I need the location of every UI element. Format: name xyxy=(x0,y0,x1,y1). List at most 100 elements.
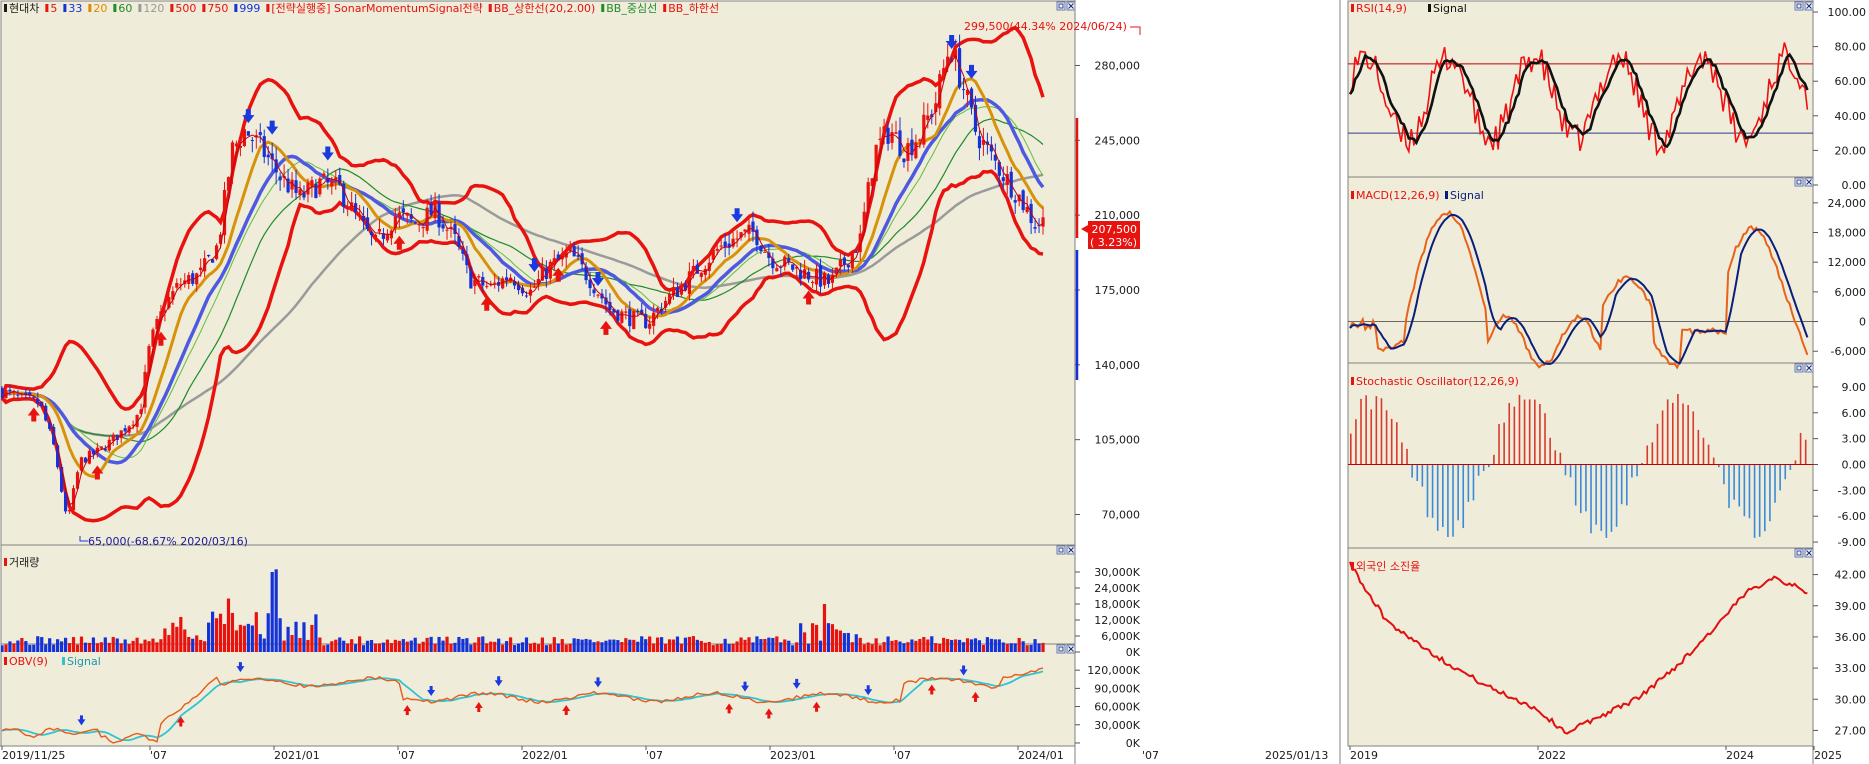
candle-body xyxy=(818,265,823,287)
stoch-axis-label: 6.00 xyxy=(1842,407,1867,420)
volume-bar xyxy=(497,638,501,652)
time-axis-label: 2025/01/13 xyxy=(1265,749,1328,762)
volume-bar xyxy=(306,639,310,652)
obv-signal-title: Signal xyxy=(67,655,101,668)
volume-bar xyxy=(695,639,699,652)
volume-bar xyxy=(592,642,596,652)
stoch-bar xyxy=(1661,410,1664,465)
volume-bar xyxy=(894,640,898,652)
panel-fr-bg xyxy=(1347,547,1814,747)
volume-bar xyxy=(469,644,473,652)
macd-axis-label: 24,000 xyxy=(1828,197,1867,210)
stoch-bar xyxy=(1534,399,1536,465)
stoch-bar xyxy=(1493,454,1495,465)
legend-swatch xyxy=(1428,4,1431,12)
legend-swatch xyxy=(601,4,605,12)
stoch-bar xyxy=(1355,419,1357,465)
candle-body xyxy=(552,258,556,265)
candle-body xyxy=(234,143,239,147)
volume-bar xyxy=(667,639,672,652)
candle-body xyxy=(278,176,282,181)
legend-label: 20 xyxy=(93,2,107,15)
stoch-bar xyxy=(1743,464,1746,517)
high-annotation: 299,500(44.34% 2024/06/24) xyxy=(964,20,1127,33)
volume-axis-label: 18,000K xyxy=(1094,598,1140,611)
stoch-bar xyxy=(1636,464,1638,477)
volume-bar xyxy=(703,642,707,652)
stoch-bar xyxy=(1651,442,1654,465)
candle-body xyxy=(838,259,842,267)
time-axis-label: '07 xyxy=(1142,749,1159,762)
volume-bar xyxy=(95,643,99,652)
macd-title: MACD(12,26,9) xyxy=(1356,189,1440,202)
candle-body xyxy=(878,138,882,140)
volume-bar xyxy=(981,644,986,652)
stoch-bar xyxy=(1646,445,1649,465)
volume-bar xyxy=(918,638,922,652)
stoch-bar xyxy=(1728,464,1730,508)
volume-bar xyxy=(258,634,262,652)
legend-swatch xyxy=(1351,377,1354,385)
volume-bar xyxy=(663,643,668,652)
stoch-bar xyxy=(1600,464,1603,531)
volume-bar xyxy=(461,638,465,652)
volume-bar xyxy=(1017,637,1021,652)
volume-bar xyxy=(103,637,107,652)
stoch-bar xyxy=(1436,464,1439,531)
volume-bar xyxy=(421,641,425,652)
volume-bar xyxy=(580,639,584,652)
volume-bar xyxy=(1033,639,1037,652)
candle-body xyxy=(346,208,350,210)
stoch-bar xyxy=(1503,422,1505,465)
candle-body xyxy=(719,245,723,247)
stoch-bar xyxy=(1799,432,1802,465)
candle-body xyxy=(413,222,417,224)
volume-bar xyxy=(906,642,910,652)
volume-bar xyxy=(735,641,739,652)
volume-bar xyxy=(183,629,187,652)
candle-body xyxy=(401,208,405,213)
stoch-bar xyxy=(1539,404,1541,465)
legend-swatch xyxy=(663,4,667,12)
stock-chart-canvas: 70,000 105,000 140,000 175,000 210,000 245,00… xyxy=(0,0,1869,764)
volume-bar xyxy=(965,638,970,652)
candle-body xyxy=(775,268,779,272)
volume-bar xyxy=(560,639,564,652)
volume-bar xyxy=(834,629,839,652)
volume-bar xyxy=(679,643,684,652)
volume-bar xyxy=(71,637,76,652)
volume-axis-label: 30,000K xyxy=(1094,566,1140,579)
stoch-axis-label: 9.00 xyxy=(1842,381,1867,394)
stoch-bar xyxy=(1682,403,1684,465)
volume-bar xyxy=(477,637,481,652)
candle-body xyxy=(322,173,326,177)
volume-bar xyxy=(489,641,493,652)
stoch-axis-label: 3.00 xyxy=(1842,433,1867,446)
volume-bar xyxy=(942,637,946,652)
volume-bar xyxy=(429,636,433,652)
volume-bar xyxy=(516,643,521,652)
macd-axis-label: 18,000 xyxy=(1828,227,1867,240)
volume-bar xyxy=(389,643,393,652)
candle-body xyxy=(902,158,906,163)
volume-bar xyxy=(179,616,183,652)
candle-body xyxy=(258,132,262,136)
volume-bar xyxy=(16,640,20,652)
volume-bar xyxy=(52,644,56,652)
legend-label: 750 xyxy=(207,2,228,15)
volume-bar xyxy=(485,643,489,652)
volume-bar xyxy=(44,644,48,652)
legend-swatch xyxy=(63,4,67,12)
volume-bar xyxy=(973,638,978,652)
volume-bar xyxy=(246,623,250,652)
legend-label: BB_상한선(20,2.00) xyxy=(494,2,596,15)
volume-bar xyxy=(957,639,962,652)
volume-bar xyxy=(342,640,346,652)
candle-body xyxy=(1033,227,1037,229)
legend-swatch xyxy=(1445,191,1448,199)
candle-body xyxy=(385,234,390,241)
volume-bar xyxy=(449,643,453,652)
volume-bar xyxy=(338,637,342,652)
stoch-bar xyxy=(1518,394,1521,465)
panel-main-restore-button xyxy=(1056,1,1066,11)
